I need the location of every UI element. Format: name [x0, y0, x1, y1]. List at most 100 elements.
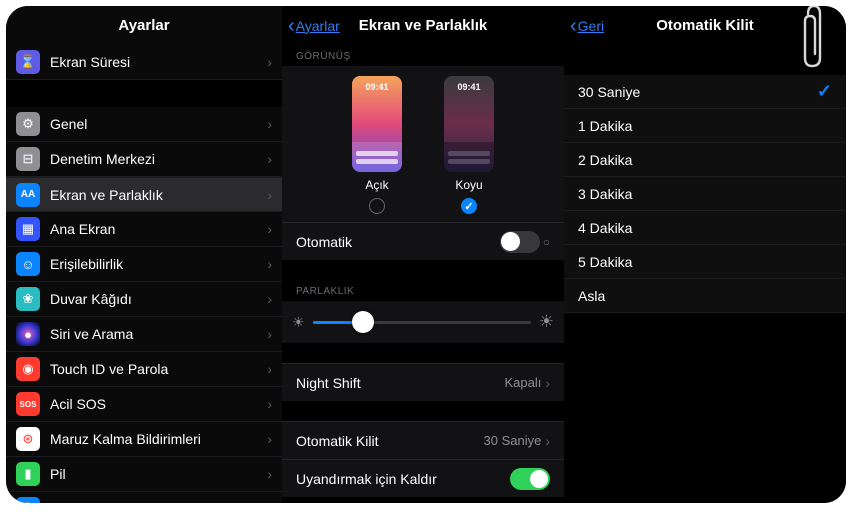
- section-label-appearance: GÖRÜNÜŞ: [282, 45, 564, 66]
- accessibility-icon: ☺: [16, 252, 40, 276]
- wallpaper-icon: ❀: [16, 287, 40, 311]
- automatic-row: Otomatik ○: [282, 222, 564, 260]
- light-preview-icon: 09:41: [352, 76, 402, 172]
- autolock-option[interactable]: 1 Dakika: [564, 109, 846, 143]
- raise-to-wake-row: Uyandırmak için Kaldır: [282, 459, 564, 497]
- autolock-option[interactable]: 30 Saniye ✓: [564, 75, 846, 109]
- sidebar-item-siri-arama[interactable]: ● Siri ve Arama ›: [6, 317, 282, 352]
- sidebar-item-gizlilik[interactable]: ✋ Gizlilik ›: [6, 492, 282, 503]
- chevron-right-icon: ›: [267, 54, 272, 70]
- panel-title: Ekran ve Parlaklık: [359, 17, 487, 34]
- option-label: 1 Dakika: [578, 118, 632, 134]
- paperclip-icon: [802, 6, 826, 72]
- sidebar-item-label: Genel: [50, 116, 87, 132]
- light-mode-radio[interactable]: [369, 198, 385, 214]
- sidebar-item-label: Duvar Kâğıdı: [50, 291, 132, 307]
- chevron-left-icon: ‹: [288, 16, 295, 36]
- raise-to-wake-toggle[interactable]: [510, 468, 550, 490]
- sidebar-gap: [6, 80, 282, 107]
- siri-icon: ●: [16, 322, 40, 346]
- back-label: Ayarlar: [296, 18, 340, 34]
- option-label: 2 Dakika: [578, 152, 632, 168]
- chevron-right-icon: ›: [267, 256, 272, 272]
- option-label: 30 Saniye: [578, 84, 640, 100]
- sidebar-item-label: Ekran Süresi: [50, 54, 130, 70]
- light-mode-label: Açık: [365, 178, 388, 192]
- dark-mode-label: Koyu: [455, 178, 482, 192]
- chevron-right-icon: ›: [267, 396, 272, 412]
- sidebar-item-ekran-suresi[interactable]: ⌛ Ekran Süresi ›: [6, 45, 282, 80]
- sos-icon: SOS: [16, 392, 40, 416]
- hand-icon: ✋: [16, 497, 40, 503]
- grid-icon: ▦: [16, 217, 40, 241]
- chevron-right-icon: ›: [545, 433, 550, 449]
- toggles-icon: ⊟: [16, 147, 40, 171]
- option-label: 5 Dakika: [578, 254, 632, 270]
- sidebar-item-genel[interactable]: ⚙ Genel ›: [6, 107, 282, 142]
- sidebar-item-label: Siri ve Arama: [50, 326, 133, 342]
- back-button[interactable]: ‹ Ayarlar: [288, 16, 340, 36]
- back-label: Geri: [578, 18, 604, 34]
- raise-to-wake-label: Uyandırmak için Kaldır: [296, 471, 437, 487]
- sidebar-item-label: Denetim Merkezi: [50, 151, 155, 167]
- auto-lock-row[interactable]: Otomatik Kilit 30 Saniye ›: [282, 421, 564, 459]
- checkmark-icon: ✓: [817, 81, 832, 102]
- automatic-toggle[interactable]: [500, 231, 540, 253]
- chevron-right-icon: ›: [267, 466, 272, 482]
- autolock-option[interactable]: 4 Dakika: [564, 211, 846, 245]
- sidebar-title: Ayarlar: [6, 6, 282, 45]
- brightness-row: ☀︎ ☀︎: [282, 301, 564, 343]
- sidebar-item-touch-id[interactable]: ◉ Touch ID ve Parola ›: [6, 352, 282, 387]
- light-mode-option[interactable]: 09:41 Açık: [352, 76, 402, 214]
- dark-preview-icon: 09:41: [444, 76, 494, 172]
- chevron-right-icon: ›: [545, 375, 550, 391]
- autolock-option[interactable]: Asla: [564, 279, 846, 313]
- sidebar-item-label: Gizlilik: [50, 501, 90, 503]
- chevron-right-icon: ›: [267, 291, 272, 307]
- panel-title: Otomatik Kilit: [656, 17, 754, 34]
- sidebar-item-duvar-kagidi[interactable]: ❀ Duvar Kâğıdı ›: [6, 282, 282, 317]
- sidebar-item-ekran-parlaklik[interactable]: AA Ekran ve Parlaklık ›: [6, 177, 282, 212]
- option-label: 3 Dakika: [578, 186, 632, 202]
- sidebar-item-denetim-merkezi[interactable]: ⊟ Denetim Merkezi ›: [6, 142, 282, 177]
- autolock-option[interactable]: 5 Dakika: [564, 245, 846, 279]
- auto-lock-label: Otomatik Kilit: [296, 433, 378, 449]
- option-label: 4 Dakika: [578, 220, 632, 236]
- chevron-right-icon: ›: [267, 361, 272, 377]
- dark-mode-radio[interactable]: [461, 198, 477, 214]
- chevron-right-icon: ›: [267, 116, 272, 132]
- sidebar-item-ana-ekran[interactable]: ▦ Ana Ekran ›: [6, 212, 282, 247]
- chevron-right-icon: ›: [267, 431, 272, 447]
- sidebar-item-label: Erişilebilirlik: [50, 256, 123, 272]
- auto-lock-value: 30 Saniye: [484, 433, 542, 448]
- sidebar-item-label: Acil SOS: [50, 396, 106, 412]
- sidebar-item-maruz-kalma[interactable]: ⊛ Maruz Kalma Bildirimleri ›: [6, 422, 282, 457]
- chevron-right-icon: ›: [267, 151, 272, 167]
- chevron-right-icon: ›: [267, 501, 272, 503]
- sidebar-item-acil-sos[interactable]: SOS Acil SOS ›: [6, 387, 282, 422]
- autolock-option[interactable]: 2 Dakika: [564, 143, 846, 177]
- chevron-right-icon: ›: [267, 326, 272, 342]
- chevron-right-icon: ›: [267, 221, 272, 237]
- exposure-icon: ⊛: [16, 427, 40, 451]
- brightness-slider[interactable]: [313, 321, 531, 324]
- sun-small-icon: ☀︎: [292, 314, 305, 331]
- sidebar-item-label: Maruz Kalma Bildirimleri: [50, 431, 201, 447]
- toggle-hint-icon: ○: [543, 235, 550, 249]
- appearance-group: 09:41 Açık 09:41 Koyu: [282, 66, 564, 222]
- automatic-label: Otomatik: [296, 234, 352, 250]
- sidebar-item-label: Ekran ve Parlaklık: [50, 187, 163, 203]
- sidebar-item-erisilebilirlik[interactable]: ☺ Erişilebilirlik ›: [6, 247, 282, 282]
- sidebar-item-pil[interactable]: ▮ Pil ›: [6, 457, 282, 492]
- chevron-left-icon: ‹: [570, 16, 577, 36]
- section-label-brightness: PARLAKLIK: [282, 280, 564, 301]
- night-shift-value: Kapalı: [504, 375, 541, 390]
- sidebar-item-label: Pil: [50, 466, 66, 482]
- autolock-option[interactable]: 3 Dakika: [564, 177, 846, 211]
- battery-icon: ▮: [16, 462, 40, 486]
- night-shift-label: Night Shift: [296, 375, 361, 391]
- gear-icon: ⚙: [16, 112, 40, 136]
- back-button[interactable]: ‹ Geri: [570, 16, 604, 36]
- dark-mode-option[interactable]: 09:41 Koyu: [444, 76, 494, 214]
- night-shift-row[interactable]: Night Shift Kapalı ›: [282, 363, 564, 401]
